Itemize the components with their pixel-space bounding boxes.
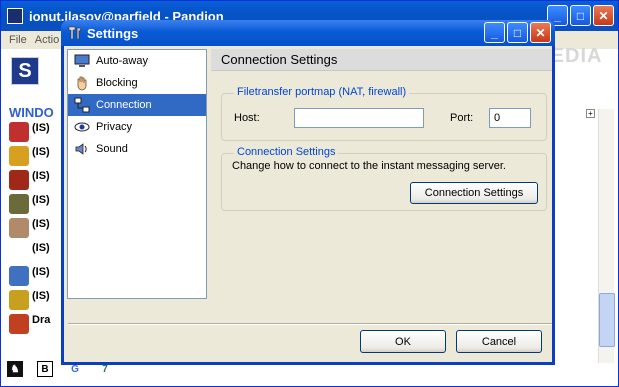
contact-avatar-icon <box>9 218 29 238</box>
tools-icon <box>67 25 83 41</box>
nav-item-privacy[interactable]: Privacy <box>68 116 206 138</box>
avatar[interactable]: S <box>11 57 39 85</box>
hand-icon <box>74 75 90 91</box>
settings-nav-list: Auto-away Blocking Connection Privacy So… <box>67 49 207 299</box>
portmap-group-legend: Filetransfer portmap (NAT, firewall) <box>234 86 410 98</box>
contact-item[interactable]: (IS) <box>9 218 65 242</box>
nav-item-label: Privacy <box>96 121 133 133</box>
speaker-icon <box>74 141 90 157</box>
monitor-icon <box>74 53 90 69</box>
dialog-title: Settings <box>87 25 139 41</box>
connection-settings-button[interactable]: Connection Settings <box>410 182 538 204</box>
nav-item-connection[interactable]: Connection <box>68 94 206 116</box>
port-input[interactable] <box>489 108 531 128</box>
panel-title: Connection Settings <box>211 49 552 71</box>
nav-item-sound[interactable]: Sound <box>68 138 206 160</box>
nav-item-auto-away[interactable]: Auto-away <box>68 50 206 72</box>
nav-item-label: Blocking <box>96 77 138 89</box>
contact-item[interactable]: (IS) <box>9 290 65 314</box>
dialog-minimize-button[interactable]: _ <box>484 22 505 43</box>
dialog-separator <box>68 323 552 325</box>
contact-avatar-icon <box>9 122 29 142</box>
contact-item[interactable]: (IS) <box>9 146 65 170</box>
host-input[interactable] <box>294 108 424 128</box>
dialog-title-bar: Settings _ □ ✕ <box>61 20 555 46</box>
contact-item[interactable]: (IS) <box>9 242 65 266</box>
menu-actions[interactable]: Actio <box>35 34 59 46</box>
b-icon[interactable]: B <box>37 361 53 377</box>
contact-list-scrollbar[interactable] <box>598 109 615 363</box>
connection-group: Connection Settings Change how to connec… <box>221 146 547 211</box>
nav-item-label: Auto-away <box>96 55 148 67</box>
cancel-button[interactable]: Cancel <box>456 330 542 353</box>
contact-avatar-icon <box>9 242 29 262</box>
contact-avatar-icon <box>9 266 29 286</box>
connection-description: Change how to connect to the instant mes… <box>232 160 506 172</box>
connection-group-legend: Connection Settings <box>234 146 339 158</box>
contact-avatar-icon <box>9 170 29 190</box>
contact-item[interactable]: Dra <box>9 314 65 338</box>
dialog-maximize-button[interactable]: □ <box>507 22 528 43</box>
ok-button[interactable]: OK <box>360 330 446 353</box>
nav-item-blocking[interactable]: Blocking <box>68 72 206 94</box>
nav-item-label: Sound <box>96 143 128 155</box>
contact-item[interactable]: (IS) <box>9 266 65 290</box>
expand-icon[interactable]: + <box>586 109 595 118</box>
contact-avatar-icon <box>9 146 29 166</box>
connection-settings-panel: Connection Settings Filetransfer portmap… <box>211 49 552 322</box>
contact-item[interactable]: (IS) <box>9 194 65 218</box>
menu-file[interactable]: File <box>9 34 27 46</box>
contact-avatar-icon <box>9 194 29 214</box>
close-button[interactable]: ✕ <box>593 5 614 26</box>
contact-list: WINDO (IS) (IS) (IS) (IS) (IS) (IS) (IS)… <box>9 105 65 338</box>
portmap-group: Filetransfer portmap (NAT, firewall) Hos… <box>221 86 547 141</box>
contact-avatar-icon <box>9 290 29 310</box>
dialog-close-button[interactable]: ✕ <box>530 22 551 43</box>
eye-icon <box>74 119 90 135</box>
account-header: S <box>5 51 65 97</box>
contact-item[interactable]: (IS) <box>9 170 65 194</box>
network-icon <box>74 97 90 113</box>
group-name[interactable]: WINDO <box>9 105 65 120</box>
contact-avatar-icon <box>9 314 29 334</box>
port-label: Port: <box>450 112 474 124</box>
pandion-icon[interactable]: ♞ <box>7 361 23 377</box>
pandion-app-icon <box>7 8 23 24</box>
settings-dialog: Settings _ □ ✕ Auto-away Blocking Connec… <box>61 20 555 365</box>
scrollbar-thumb[interactable] <box>599 293 615 347</box>
nav-item-label: Connection <box>96 99 152 111</box>
maximize-button[interactable]: □ <box>570 5 591 26</box>
contact-item[interactable]: (IS) <box>9 122 65 146</box>
host-label: Host: <box>234 112 260 124</box>
